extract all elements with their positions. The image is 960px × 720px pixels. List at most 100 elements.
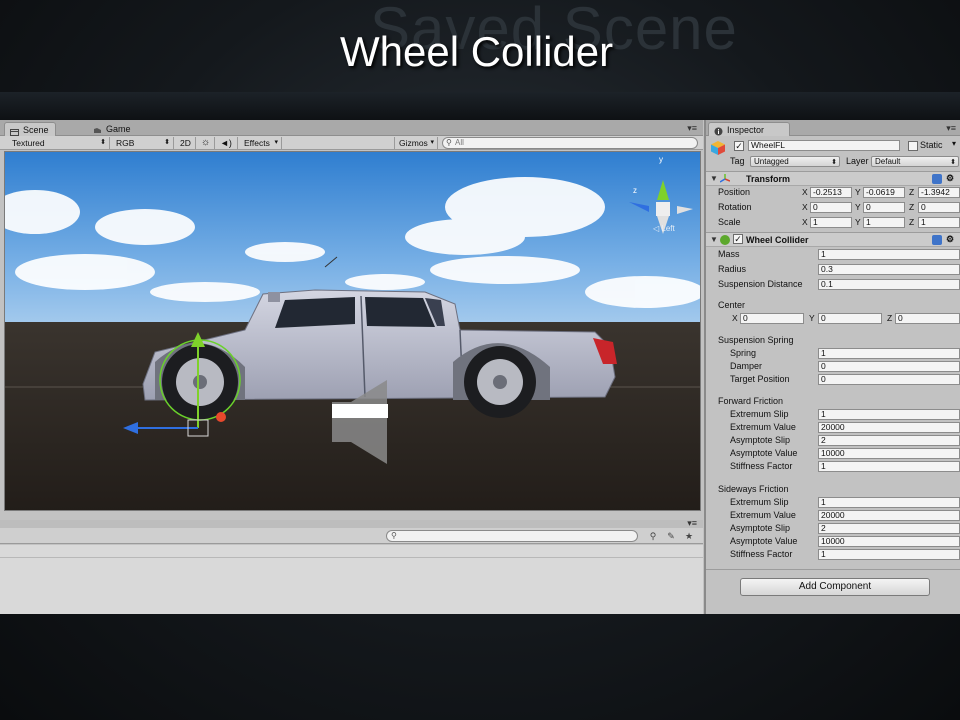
sideways-stiffness-factor-field[interactable]: 1 [818, 549, 960, 560]
forward-asymptote-slip-label: Asymptote Slip [730, 435, 791, 445]
rotation-y-field[interactable]: 0 [863, 202, 905, 213]
gear-icon[interactable]: ⚙ [946, 172, 954, 184]
sideways-asymptote-slip-field[interactable]: 2 [818, 523, 960, 534]
tag-filter-icon[interactable]: ✎ [664, 530, 678, 542]
info-icon [714, 126, 723, 136]
axis-x-label: X [732, 313, 738, 323]
scale-x-field[interactable]: 1 [810, 217, 852, 228]
mass-field[interactable]: 1 [818, 249, 960, 260]
suspension-distance-label: Suspension Distance [718, 279, 803, 289]
mode-2d-button[interactable]: 2D [176, 137, 196, 149]
radius-field[interactable]: 0.3 [818, 264, 960, 275]
help-icon[interactable] [932, 174, 942, 184]
transform-icon [719, 174, 731, 184]
scene-search-input[interactable]: ⚲ All [442, 137, 698, 149]
chevron-down-icon: ▾ [430, 139, 434, 146]
layer-value: Default [875, 157, 901, 166]
add-component-button[interactable]: Add Component [740, 578, 930, 596]
position-z-field[interactable]: -1.3942 [918, 187, 960, 198]
scene-icon [10, 126, 19, 136]
transform-title: Transform [746, 174, 791, 184]
radius-label: Radius [718, 264, 747, 274]
tab-scene[interactable]: Scene [4, 122, 56, 136]
sideways-extremum-slip-label: Extremum Slip [730, 497, 789, 507]
console-tabbar: ▾≡ [0, 518, 703, 528]
forward-extremum-slip-field[interactable]: 1 [818, 409, 960, 420]
scene-panel: Scene Game ▾≡ Textured ⬍ RGB ⬍ 2D ☼ ◄) E… [0, 120, 703, 614]
color-mode-dropdown[interactable]: RGB ⬍ [112, 137, 174, 149]
console-body [0, 545, 703, 614]
scene-toolbar: Textured ⬍ RGB ⬍ 2D ☼ ◄) Effects ▾ Gizmo… [0, 136, 703, 150]
transform-header[interactable]: ▼ Transform ⚙ [706, 171, 960, 186]
scale-z-field[interactable]: 1 [918, 217, 960, 228]
position-y-field[interactable]: -0.0619 [863, 187, 905, 198]
inspector-menu-icon[interactable]: ▾≡ [946, 123, 956, 134]
foldout-arrow-icon[interactable]: ▼ [710, 235, 718, 244]
chevron-down-icon: ▾ [274, 139, 278, 146]
tab-scene-label: Scene [23, 125, 49, 135]
inspector-divider [706, 569, 960, 570]
slide-title: Wheel Collider [340, 28, 614, 75]
center-label: Center [718, 300, 746, 310]
lock-label-icon[interactable]: ⚲ [646, 530, 660, 542]
favorite-star-icon[interactable]: ★ [682, 530, 696, 542]
tab-inspector[interactable]: Inspector [708, 122, 790, 136]
damper-field[interactable]: 0 [818, 361, 960, 372]
forward-stiffness-factor-field[interactable]: 1 [818, 461, 960, 472]
search-icon: ⚲ [446, 138, 452, 147]
gear-icon[interactable]: ⚙ [946, 233, 954, 245]
sideways-extremum-value-field[interactable]: 20000 [818, 510, 960, 521]
forward-stiffness-factor-label: Stiffness Factor [730, 461, 793, 471]
effects-dropdown[interactable]: Effects ▾ [240, 137, 282, 149]
audio-toggle-icon[interactable]: ◄) [216, 137, 238, 149]
object-name-field[interactable]: WheelFL [748, 140, 900, 151]
sideways-extremum-slip-field[interactable]: 1 [818, 497, 960, 508]
lighting-toggle-icon[interactable]: ☼ [197, 137, 215, 149]
tab-game[interactable]: Game [88, 122, 137, 136]
axis-y-label: Y [855, 202, 861, 212]
wheel-collider-enabled-checkbox[interactable]: ✓ [733, 234, 743, 244]
center-y-field[interactable]: 0 [818, 313, 882, 324]
mass-label: Mass [718, 249, 740, 259]
forward-extremum-value-field[interactable]: 20000 [818, 422, 960, 433]
help-icon[interactable] [932, 235, 942, 245]
chevron-down-icon: ⬍ [831, 159, 837, 166]
search-icon: ⚲ [391, 531, 397, 540]
forward-asymptote-slip-field[interactable]: 2 [818, 435, 960, 446]
scene-viewport[interactable]: y z ◁ Left [4, 151, 701, 511]
sideways-asymptote-value-field[interactable]: 10000 [818, 536, 960, 547]
center-x-field[interactable]: 0 [740, 313, 804, 324]
suspension-distance-field[interactable]: 0.1 [818, 279, 960, 290]
color-mode-value: RGB [116, 138, 135, 148]
game-icon [93, 125, 102, 133]
active-checkbox[interactable]: ✓ [734, 141, 744, 151]
chevron-down-icon: ⬍ [164, 139, 170, 146]
forward-asymptote-value-field[interactable]: 10000 [818, 448, 960, 459]
tag-dropdown[interactable]: Untagged ⬍ [750, 156, 840, 167]
console-toolbar: ⚲ ⚲ ✎ ★ [0, 528, 703, 544]
target-position-field[interactable]: 0 [818, 374, 960, 385]
spring-field[interactable]: 1 [818, 348, 960, 359]
static-checkbox[interactable] [908, 141, 918, 151]
spring-label: Spring [730, 348, 757, 358]
forward-extremum-value-label: Extremum Value [730, 422, 796, 432]
scale-y-field[interactable]: 1 [863, 217, 905, 228]
tag-label: Tag [730, 156, 745, 166]
chevron-down-icon: ⬍ [100, 139, 106, 146]
console-search-input[interactable]: ⚲ [386, 530, 638, 542]
foldout-arrow-icon[interactable]: ▼ [710, 174, 718, 183]
center-z-field[interactable]: 0 [895, 313, 960, 324]
axis-z-label: Z [887, 313, 893, 323]
panel-menu-icon[interactable]: ▾≡ [687, 123, 697, 134]
wheel-collider-header[interactable]: ▼ ✓ Wheel Collider ⚙ [706, 232, 960, 247]
layer-dropdown[interactable]: Default ⬍ [871, 156, 959, 167]
sideways-stiffness-factor-label: Stiffness Factor [730, 549, 793, 559]
chevron-down-icon[interactable]: ▾ [952, 138, 956, 150]
render-mode-dropdown[interactable]: Textured ⬍ [8, 137, 110, 149]
scene-search-placeholder: All [455, 138, 464, 147]
rotation-x-field[interactable]: 0 [810, 202, 852, 213]
position-x-field[interactable]: -0.2513 [810, 187, 852, 198]
rotation-z-field[interactable]: 0 [918, 202, 960, 213]
forward-friction-label: Forward Friction [718, 396, 784, 406]
gizmos-dropdown[interactable]: Gizmos ▾ [394, 137, 438, 149]
